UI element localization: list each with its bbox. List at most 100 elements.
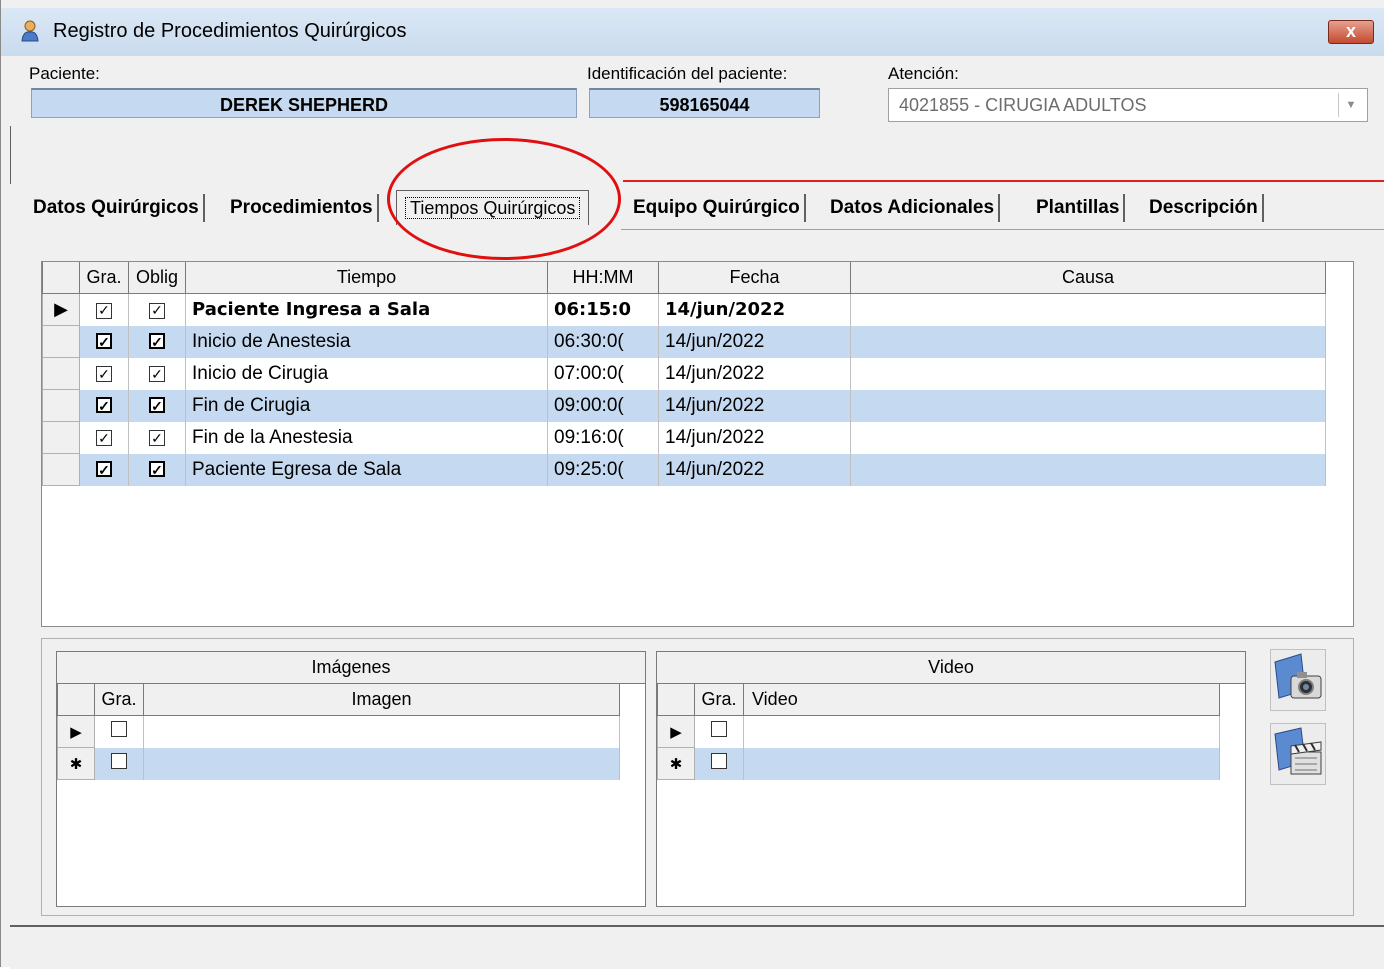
causa-cell[interactable]: [850, 453, 1326, 486]
causa-cell[interactable]: [850, 389, 1326, 422]
row-selector[interactable]: [42, 421, 80, 454]
gra-checkbox[interactable]: ✓: [96, 396, 112, 413]
tiempo-cell[interactable]: Paciente Ingresa a Sala: [185, 293, 548, 326]
tab-datos-adicionales[interactable]: Datos Adicionales: [830, 194, 1001, 222]
row-selector[interactable]: [42, 389, 80, 422]
hhmm-cell[interactable]: 09:16:0(: [547, 421, 659, 454]
table-row-new[interactable]: ✱: [657, 747, 1220, 780]
gra-checkbox[interactable]: ✓: [96, 303, 112, 320]
col-header-hhmm[interactable]: HH:MM: [547, 262, 659, 294]
tab-datos-quirurgicos[interactable]: Datos Quirúrgicos: [33, 194, 205, 222]
table-row[interactable]: ▶: [57, 715, 620, 748]
table-row[interactable]: ✓ ✓ Inicio de Anestesia 06:30:0( 14/jun/…: [42, 325, 1326, 358]
hhmm-cell[interactable]: 06:30:0(: [547, 325, 659, 358]
gra-checkbox[interactable]: [711, 720, 727, 737]
hhmm-cell[interactable]: 06:15:0: [547, 293, 659, 326]
gra-checkbox[interactable]: [111, 720, 127, 737]
oblig-cell[interactable]: ✓: [128, 453, 186, 486]
hhmm-cell[interactable]: 09:25:0(: [547, 453, 659, 486]
gra-cell[interactable]: [94, 747, 144, 780]
row-selector[interactable]: [42, 357, 80, 390]
gra-checkbox[interactable]: [711, 752, 727, 769]
row-selector-current[interactable]: ▶: [42, 293, 80, 326]
tiempo-cell[interactable]: Fin de la Anestesia: [185, 421, 548, 454]
gra-cell[interactable]: ✓: [79, 293, 129, 326]
oblig-checkbox[interactable]: ✓: [149, 460, 165, 477]
oblig-cell[interactable]: ✓: [128, 325, 186, 358]
chevron-down-icon[interactable]: ▼: [1338, 93, 1363, 117]
table-row[interactable]: ▶: [657, 715, 1220, 748]
tiempo-cell[interactable]: Fin de Cirugia: [185, 389, 548, 422]
gra-cell[interactable]: ✓: [79, 325, 129, 358]
tiempo-cell[interactable]: Inicio de Cirugia: [185, 357, 548, 390]
oblig-checkbox[interactable]: ✓: [149, 429, 165, 446]
causa-cell[interactable]: [850, 325, 1326, 358]
gra-cell[interactable]: ✓: [79, 421, 129, 454]
atencion-select[interactable]: 4021855 - CIRUGIA ADULTOS ▼: [888, 88, 1368, 122]
tab-plantillas[interactable]: Plantillas: [1036, 194, 1126, 222]
tiempos-grid[interactable]: Gra. Oblig Tiempo HH:MM Fecha Causa ▶ ✓ …: [41, 261, 1354, 627]
col-header-video[interactable]: Video: [743, 684, 1220, 716]
table-row[interactable]: ✓ ✓ Fin de la Anestesia 09:16:0( 14/jun/…: [42, 421, 1326, 454]
gra-cell[interactable]: [94, 715, 144, 748]
col-header-gra[interactable]: Gra.: [94, 684, 144, 716]
col-header-gra[interactable]: Gra.: [79, 262, 129, 294]
fecha-cell[interactable]: 14/jun/2022: [658, 421, 851, 454]
video-grid[interactable]: Video Gra. Video ▶ ✱: [656, 651, 1246, 907]
oblig-checkbox[interactable]: ✓: [149, 303, 165, 320]
table-row[interactable]: ✓ ✓ Paciente Egresa de Sala 09:25:0( 14/…: [42, 453, 1326, 486]
fecha-cell[interactable]: 14/jun/2022: [658, 325, 851, 358]
fecha-cell[interactable]: 14/jun/2022: [658, 389, 851, 422]
tiempo-cell[interactable]: Paciente Egresa de Sala: [185, 453, 548, 486]
oblig-cell[interactable]: ✓: [128, 357, 186, 390]
oblig-cell[interactable]: ✓: [128, 421, 186, 454]
tab-descripcion[interactable]: Descripción: [1149, 194, 1264, 222]
gra-cell[interactable]: ✓: [79, 453, 129, 486]
video-cell[interactable]: [743, 747, 1220, 780]
col-header-oblig[interactable]: Oblig: [128, 262, 186, 294]
tiempo-cell[interactable]: Inicio de Anestesia: [185, 325, 548, 358]
row-selector[interactable]: [42, 325, 80, 358]
col-header-tiempo[interactable]: Tiempo: [185, 262, 548, 294]
fecha-cell[interactable]: 14/jun/2022: [658, 293, 851, 326]
row-selector[interactable]: [42, 453, 80, 486]
hhmm-cell[interactable]: 07:00:0(: [547, 357, 659, 390]
add-video-button[interactable]: [1270, 723, 1326, 785]
row-selector-current[interactable]: ▶: [657, 715, 695, 748]
gra-checkbox[interactable]: [111, 752, 127, 769]
oblig-checkbox[interactable]: ✓: [149, 396, 165, 413]
col-header-gra[interactable]: Gra.: [694, 684, 744, 716]
gra-cell[interactable]: ✓: [79, 389, 129, 422]
oblig-cell[interactable]: ✓: [128, 389, 186, 422]
table-row[interactable]: ✓ ✓ Fin de Cirugia 09:00:0( 14/jun/2022: [42, 389, 1326, 422]
col-header-causa[interactable]: Causa: [850, 262, 1326, 294]
tab-procedimientos[interactable]: Procedimientos: [230, 194, 379, 222]
gra-checkbox[interactable]: ✓: [96, 365, 112, 382]
row-selector-new[interactable]: ✱: [657, 747, 695, 780]
imagen-cell[interactable]: [143, 747, 620, 780]
row-selector-current[interactable]: ▶: [57, 715, 95, 748]
table-row[interactable]: ✓ ✓ Inicio de Cirugia 07:00:0( 14/jun/20…: [42, 357, 1326, 390]
gra-checkbox[interactable]: ✓: [96, 460, 112, 477]
tab-equipo-quirurgico[interactable]: Equipo Quirúrgico: [633, 194, 806, 222]
gra-cell[interactable]: [694, 747, 744, 780]
col-header-fecha[interactable]: Fecha: [658, 262, 851, 294]
causa-cell[interactable]: [850, 293, 1326, 326]
oblig-checkbox[interactable]: ✓: [149, 332, 165, 349]
video-cell[interactable]: [743, 715, 1220, 748]
imagen-cell[interactable]: [143, 715, 620, 748]
causa-cell[interactable]: [850, 421, 1326, 454]
gra-checkbox[interactable]: ✓: [96, 429, 112, 446]
causa-cell[interactable]: [850, 357, 1326, 390]
hhmm-cell[interactable]: 09:00:0(: [547, 389, 659, 422]
oblig-checkbox[interactable]: ✓: [149, 365, 165, 382]
add-image-button[interactable]: [1270, 649, 1326, 711]
gra-cell[interactable]: ✓: [79, 357, 129, 390]
fecha-cell[interactable]: 14/jun/2022: [658, 453, 851, 486]
col-header-imagen[interactable]: Imagen: [143, 684, 620, 716]
imagenes-grid[interactable]: Imágenes Gra. Imagen ▶ ✱: [56, 651, 646, 907]
table-row-new[interactable]: ✱: [57, 747, 620, 780]
close-button[interactable]: x: [1328, 20, 1374, 44]
oblig-cell[interactable]: ✓: [128, 293, 186, 326]
row-selector-new[interactable]: ✱: [57, 747, 95, 780]
